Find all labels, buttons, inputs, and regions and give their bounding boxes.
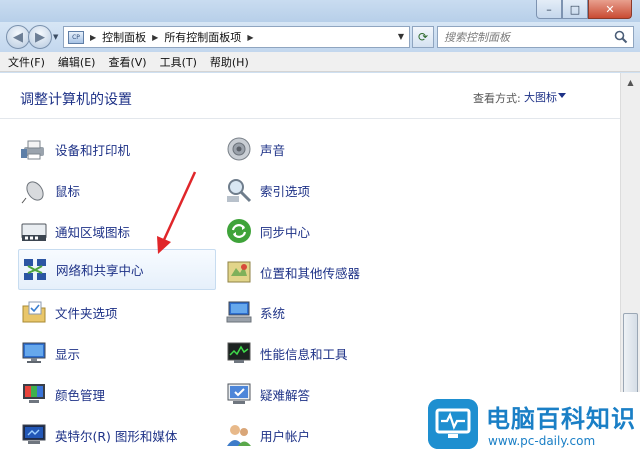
item-notification-icons[interactable]: 通知区域图标 xyxy=(20,211,216,251)
content-header: 调整计算机的设置 查看方式: 大图标 xyxy=(0,73,620,119)
item-system[interactable]: 系统 xyxy=(225,292,421,332)
breadcrumb-control-panel[interactable]: 控制面板 xyxy=(102,29,146,45)
item-troubleshooting[interactable]: 疑难解答 xyxy=(225,374,421,414)
breadcrumb-separator-icon[interactable]: ▶ xyxy=(152,33,158,42)
item-label: 疑难解答 xyxy=(260,387,311,403)
item-indexing-options[interactable]: 索引选项 xyxy=(225,170,421,210)
watermark: 电脑百科知识 www.pc-daily.com xyxy=(422,392,640,456)
intel-graphics-icon xyxy=(22,424,46,444)
printer-icon xyxy=(21,140,44,160)
back-button[interactable]: ◀ xyxy=(6,25,30,49)
notification-area-icon xyxy=(21,223,47,241)
item-label: 性能信息和工具 xyxy=(260,346,348,362)
arrow-left-icon: ◀ xyxy=(13,29,23,45)
item-label: 同步中心 xyxy=(260,224,311,240)
item-color-management[interactable]: 颜色管理 xyxy=(20,374,216,414)
item-label: 索引选项 xyxy=(260,183,311,199)
item-label: 用户帐户 xyxy=(260,428,311,444)
watermark-url: www.pc-daily.com xyxy=(488,434,596,448)
item-label: 英特尔(R) 图形和媒体 xyxy=(55,428,178,444)
user-accounts-icon xyxy=(227,425,251,446)
recent-pages-dropdown[interactable]: ▼ xyxy=(53,33,58,41)
performance-icon xyxy=(227,342,251,363)
display-icon xyxy=(22,342,46,363)
menu-file[interactable]: 文件(F) xyxy=(8,54,45,70)
forward-button[interactable]: ▶ xyxy=(28,25,52,49)
scroll-up-button[interactable]: ▲ xyxy=(623,75,638,89)
item-label: 网络和共享中心 xyxy=(56,263,144,278)
folder-options-icon xyxy=(22,301,46,323)
menu-tools[interactable]: 工具(T) xyxy=(160,54,197,70)
breadcrumb-separator-icon[interactable]: ▶ xyxy=(247,33,253,42)
view-mode-dropdown[interactable]: 大图标 xyxy=(524,89,557,105)
page-title: 调整计算机的设置 xyxy=(20,92,132,108)
item-folder-options[interactable]: 文件夹选项 xyxy=(20,292,216,332)
navigation-bar: ◀ ▶ ▼ CP ▶ 控制面板 ▶ 所有控制面板项 ▶ ▼ ⟳ xyxy=(0,22,640,52)
item-label: 通知区域图标 xyxy=(55,224,131,240)
item-label: 颜色管理 xyxy=(55,387,106,403)
item-label: 系统 xyxy=(260,305,286,321)
address-bar[interactable]: CP ▶ 控制面板 ▶ 所有控制面板项 ▶ ▼ xyxy=(63,26,410,48)
item-sync-center[interactable]: 同步中心 xyxy=(225,211,421,251)
item-mouse[interactable]: 鼠标 xyxy=(20,170,216,210)
menu-edit[interactable]: 编辑(E) xyxy=(58,54,96,70)
item-label: 显示 xyxy=(55,346,81,362)
search-box[interactable] xyxy=(437,26,634,48)
item-performance[interactable]: 性能信息和工具 xyxy=(225,333,421,373)
arrow-right-icon: ▶ xyxy=(35,29,45,45)
address-dropdown-icon[interactable]: ▼ xyxy=(398,32,404,41)
breadcrumb-all-items[interactable]: 所有控制面板项 xyxy=(164,29,241,45)
sync-icon xyxy=(227,219,251,243)
title-bar: – □ ✕ xyxy=(0,0,640,22)
mouse-icon xyxy=(21,181,44,204)
search-input[interactable] xyxy=(438,28,608,46)
item-intel-graphics[interactable]: 英特尔(R) 图形和媒体 xyxy=(20,415,216,455)
watermark-title: 电脑百科知识 xyxy=(486,405,636,433)
item-label: 声音 xyxy=(260,142,286,158)
troubleshoot-icon xyxy=(227,383,251,404)
chevron-down-icon[interactable] xyxy=(558,93,566,98)
item-display[interactable]: 显示 xyxy=(20,333,216,373)
minimize-button[interactable]: – xyxy=(536,0,562,19)
refresh-icon: ⟳ xyxy=(417,30,429,44)
close-button[interactable]: ✕ xyxy=(588,0,632,19)
item-devices-printers[interactable]: 设备和打印机 xyxy=(20,129,216,169)
sensor-icon xyxy=(227,261,251,283)
item-sound[interactable]: 声音 xyxy=(225,129,421,169)
maximize-button[interactable]: □ xyxy=(562,0,588,19)
speaker-icon xyxy=(227,137,251,161)
monitor-logo-icon xyxy=(428,399,478,449)
item-network-sharing-center[interactable]: 网络和共享中心 xyxy=(18,249,216,290)
index-search-icon xyxy=(227,179,252,203)
item-user-accounts[interactable]: 用户帐户 xyxy=(225,415,421,455)
system-icon xyxy=(226,301,252,323)
search-icon[interactable] xyxy=(614,30,628,44)
menu-help[interactable]: 帮助(H) xyxy=(210,54,249,70)
item-label: 设备和打印机 xyxy=(55,142,131,158)
view-mode-label: 查看方式: xyxy=(473,92,521,105)
network-center-icon xyxy=(24,258,46,280)
item-label: 鼠标 xyxy=(55,183,81,199)
item-label: 文件夹选项 xyxy=(55,305,118,321)
refresh-button[interactable]: ⟳ xyxy=(412,26,434,48)
breadcrumb-separator-icon[interactable]: ▶ xyxy=(90,33,96,42)
item-label: 位置和其他传感器 xyxy=(260,265,361,281)
item-location-sensors[interactable]: 位置和其他传感器 xyxy=(225,252,421,292)
menu-bar: 文件(F) 编辑(E) 查看(V) 工具(T) 帮助(H) xyxy=(0,52,640,72)
color-management-icon xyxy=(23,384,45,403)
control-panel-icon: CP xyxy=(68,30,84,44)
menu-view[interactable]: 查看(V) xyxy=(108,54,146,70)
caption-buttons: – □ ✕ xyxy=(536,0,632,19)
